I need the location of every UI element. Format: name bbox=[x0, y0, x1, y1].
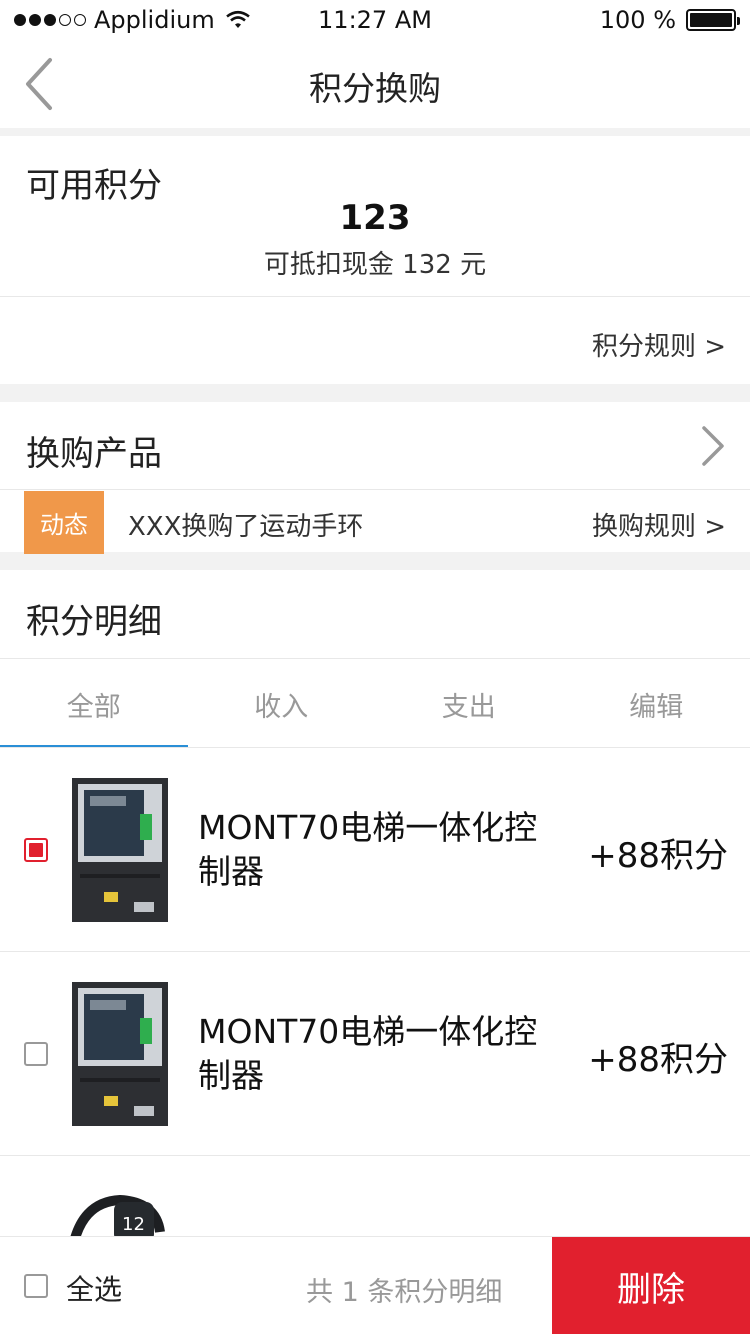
points-list: MONT70电梯一体化控制器 +88积分 MONT70电梯一体化控制器 +88积… bbox=[0, 748, 750, 1236]
bottom-action-bar: 全选 共 1 条积分明细 删除 bbox=[0, 1236, 750, 1334]
item-name: MONT70电梯一体化控制器 bbox=[198, 808, 538, 891]
controller-thumbnail bbox=[72, 778, 168, 922]
list-item[interactable]: MONT70电梯一体化控制器 +88积分 bbox=[0, 952, 750, 1156]
page: Applidium 11:27 AM 100 % 积分换购 可用积分 123 可… bbox=[0, 0, 750, 1334]
select-all-label[interactable]: 全选 bbox=[66, 1268, 122, 1308]
status-bar: Applidium 11:27 AM 100 % bbox=[0, 0, 750, 40]
points-card: 可用积分 123 可抵扣现金 132 元 积分规则 > bbox=[0, 136, 750, 384]
nav-bar: 积分换购 bbox=[0, 40, 750, 128]
item-points: +88积分 bbox=[588, 1040, 728, 1080]
tab-all[interactable]: 全部 bbox=[0, 659, 188, 747]
battery-percent: 100 % bbox=[599, 6, 676, 34]
page-title: 积分换购 bbox=[309, 69, 441, 108]
feed-badge: 动态 bbox=[24, 491, 104, 554]
points-rules-link[interactable]: 积分规则 > bbox=[592, 326, 726, 363]
item-points: +88积分 bbox=[588, 836, 728, 876]
exchange-section: 换购产品 动态 XXX换购了运动手环 换购规则 > bbox=[0, 402, 750, 554]
list-item[interactable]: MONT70电梯一体化控制器 +88积分 bbox=[0, 748, 750, 952]
feed-text: XXX换购了运动手环 bbox=[128, 512, 364, 542]
fitness-band-thumbnail: 12 bbox=[70, 1194, 165, 1236]
points-detail-section: 积分明细 全部 收入 支出 编辑 bbox=[0, 570, 750, 748]
divider bbox=[0, 296, 750, 297]
total-count-text: 共 1 条积分明细 bbox=[306, 1277, 503, 1308]
select-all-checkbox[interactable] bbox=[24, 1274, 48, 1298]
item-name: MONT70电梯一体化控制器 bbox=[198, 1012, 538, 1095]
divider bbox=[0, 489, 750, 490]
svg-text:12: 12 bbox=[122, 1214, 145, 1235]
tab-expense[interactable]: 支出 bbox=[375, 659, 563, 747]
status-right: 100 % bbox=[599, 6, 740, 34]
chevron-right-icon[interactable] bbox=[698, 424, 728, 468]
cash-equivalent: 可抵扣现金 132 元 bbox=[263, 250, 487, 280]
item-checkbox[interactable] bbox=[24, 1042, 48, 1066]
list-item[interactable]: 12 bbox=[0, 1156, 750, 1236]
delete-button[interactable]: 删除 bbox=[552, 1237, 750, 1334]
battery-icon bbox=[686, 9, 740, 31]
controller-thumbnail bbox=[72, 982, 168, 1126]
detail-title: 积分明细 bbox=[26, 602, 162, 642]
exchange-rules-link[interactable]: 换购规则 > bbox=[592, 506, 726, 543]
detail-tabs: 全部 收入 支出 编辑 bbox=[0, 659, 750, 747]
exchange-title[interactable]: 换购产品 bbox=[26, 426, 162, 475]
tab-edit[interactable]: 编辑 bbox=[563, 659, 750, 747]
tab-income[interactable]: 收入 bbox=[188, 659, 376, 747]
points-value: 123 bbox=[339, 198, 411, 238]
item-checkbox[interactable] bbox=[24, 838, 48, 862]
